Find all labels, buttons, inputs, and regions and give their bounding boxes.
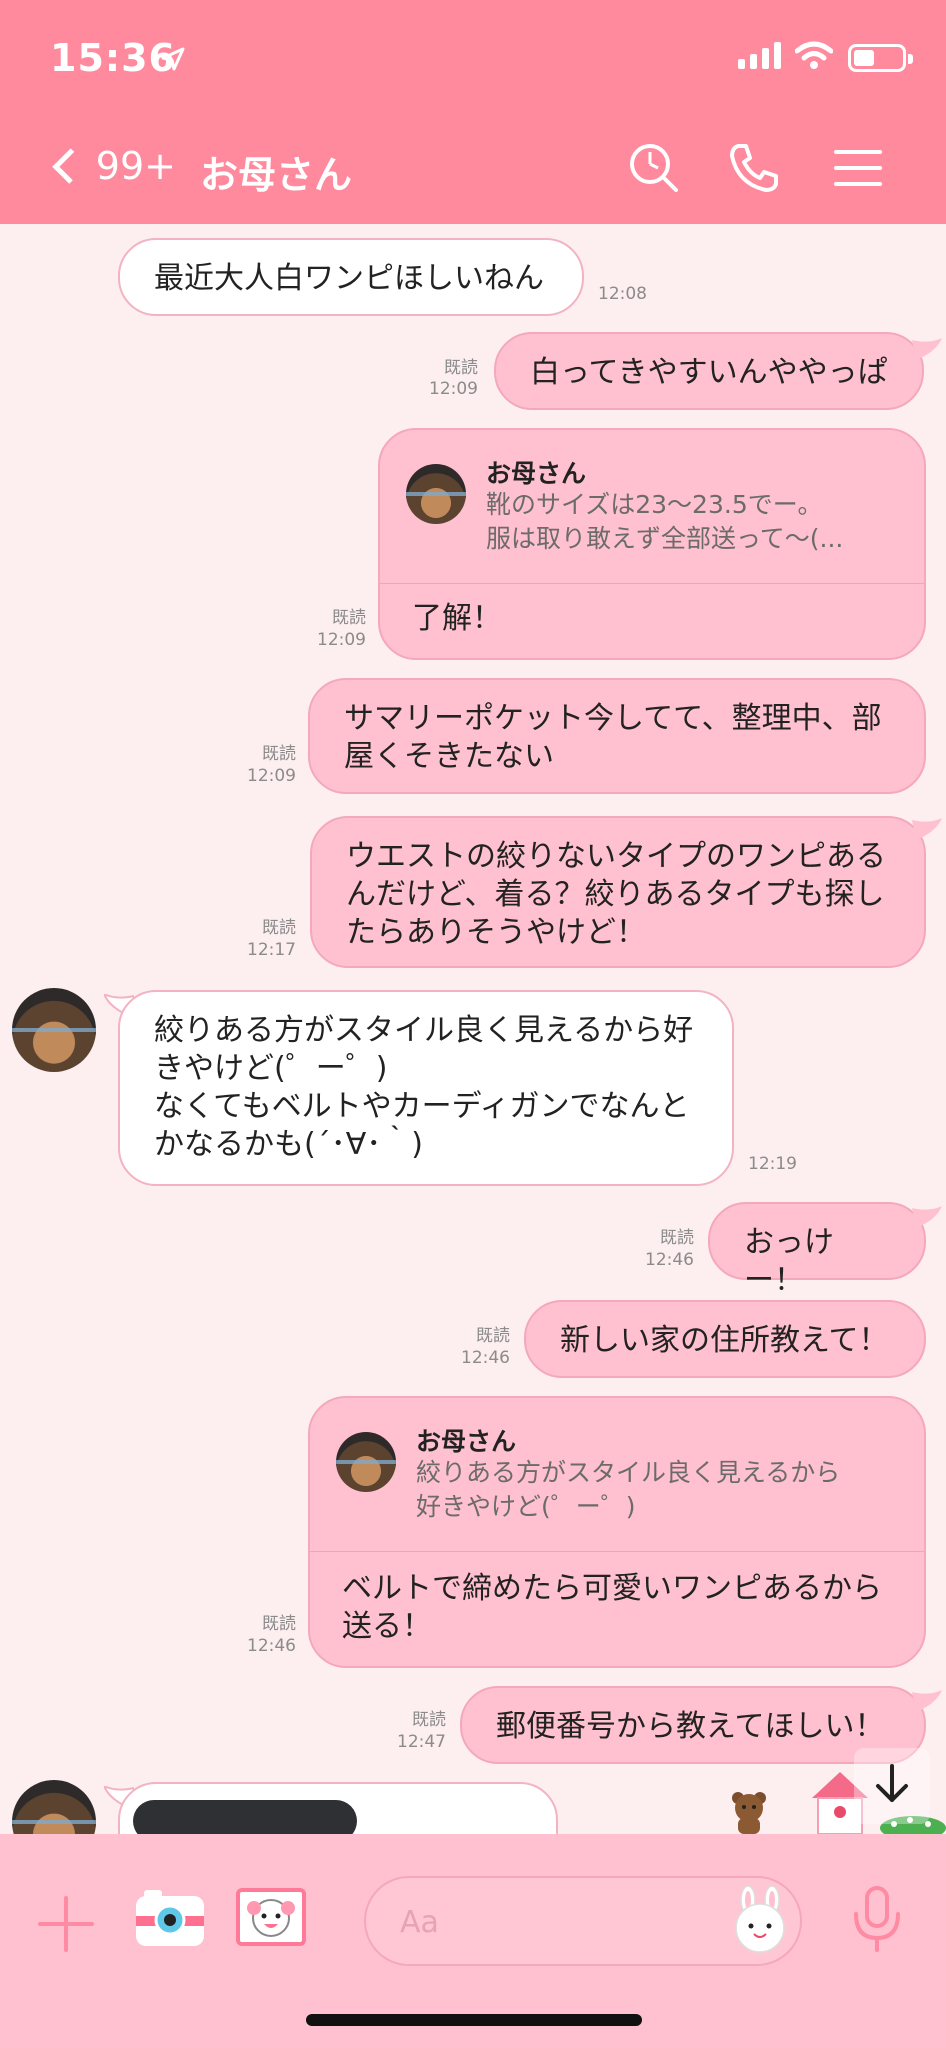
message-time: 12:47 — [397, 1732, 446, 1752]
search-icon[interactable] — [624, 138, 684, 198]
back-button[interactable]: 99+ — [46, 138, 176, 194]
message-input-bar — [0, 1834, 946, 2048]
avatar — [406, 464, 466, 524]
quoted-sender: お母さん — [486, 459, 587, 488]
message-time: 12:09 — [247, 766, 296, 786]
message-bubble-outgoing[interactable]: 白ってきやすいんややっぱ — [494, 332, 924, 410]
status-bar: 15:36 — [0, 0, 946, 108]
message-text: 郵便番号から教えてほしい！ — [496, 1709, 885, 1744]
avatar — [336, 1432, 396, 1492]
read-receipt: 既読 — [444, 358, 478, 378]
reply-message-bubble[interactable]: お母さん 靴のサイズは23〜23.5でー。 服は取り敢えず全部送って〜(... … — [378, 428, 926, 660]
arrow-down-icon — [876, 1764, 908, 1802]
message-input[interactable] — [400, 1898, 680, 1946]
quoted-text: 靴のサイズは23〜23.5でー。 服は取り敢えず全部送って〜(... — [486, 490, 844, 553]
cellular-signal-icon — [738, 42, 781, 69]
message-time: 12:09 — [317, 630, 366, 650]
read-receipt: 既読 — [262, 918, 296, 938]
message-bubble-outgoing[interactable]: 新しい家の住所教えて！ — [524, 1300, 926, 1378]
wifi-icon — [795, 41, 833, 69]
message-time: 12:19 — [748, 1154, 797, 1174]
plus-icon[interactable] — [36, 1894, 96, 1954]
read-receipt: 既読 — [660, 1228, 694, 1248]
message-text: ベルトで締めたら可愛いワンピあるから 送る！ — [342, 1571, 882, 1644]
message-time: 12:46 — [247, 1636, 296, 1656]
unread-count: 99+ — [95, 144, 176, 188]
message-text: おっけー！ — [744, 1225, 834, 1298]
read-receipt: 既読 — [262, 1614, 296, 1634]
message-time: 12:46 — [461, 1348, 510, 1368]
reply-message-bubble[interactable]: お母さん 絞りある方がスタイル良く見えるから 好きやけど(゜ー゜) ベルトで締め… — [308, 1396, 926, 1668]
message-time: 12:17 — [247, 940, 296, 960]
chevron-left-icon — [52, 148, 88, 184]
location-arrow-icon — [161, 47, 185, 71]
message-time: 12:08 — [598, 284, 647, 304]
message-text: 絞りある方がスタイル良く見えるから好 きやけど(゜ー゜) なくてもベルトやカーデ… — [154, 1013, 694, 1162]
message-text: ウエストの絞りないタイプのワンピある んだけど、着る？絞りあるタイプも探し たら… — [346, 839, 886, 950]
status-time: 15:36 — [50, 36, 176, 80]
quoted-message[interactable]: お母さん 絞りある方がスタイル良く見えるから 好きやけど(゜ー゜) — [310, 1398, 924, 1552]
battery-icon — [848, 44, 913, 72]
bear-decoration-icon — [732, 1792, 766, 1834]
message-text: 白ってきやすいんややっぱ — [530, 355, 888, 390]
quoted-message[interactable]: お母さん 靴のサイズは23〜23.5でー。 服は取り敢えず全部送って〜(... — [380, 430, 924, 584]
quoted-text: 絞りある方がスタイル良く見えるから 好きやけど(゜ー゜) — [416, 1458, 841, 1521]
microphone-icon[interactable] — [848, 1884, 906, 1954]
bubble-tail — [912, 818, 942, 840]
home-indicator — [306, 2014, 642, 2026]
read-receipt: 既読 — [262, 744, 296, 764]
message-text: サマリーポケット今してて、整理中、部 屋くそきたない — [344, 701, 882, 774]
message-bubble-incoming[interactable]: 最近大人白ワンピほしいねん — [118, 238, 584, 316]
chat-header: 99+ お母さん — [0, 108, 946, 224]
message-time: 12:46 — [645, 1250, 694, 1270]
message-bubble-outgoing[interactable]: サマリーポケット今してて、整理中、部 屋くそきたない — [308, 678, 926, 794]
chat-title: お母さん — [200, 153, 353, 197]
read-receipt: 既読 — [412, 1710, 446, 1730]
chat-area[interactable]: 最近大人白ワンピほしいねん 12:08 既読 12:09 白ってきやすいんややっ… — [0, 224, 946, 1834]
message-text: 最近大人白ワンピほしいねん — [154, 261, 544, 296]
read-receipt: 既読 — [332, 608, 366, 628]
message-bubble-outgoing[interactable]: おっけー！ — [708, 1202, 926, 1298]
message-time: 12:09 — [429, 379, 478, 399]
read-receipt: 既読 — [476, 1326, 510, 1346]
scroll-to-bottom-button[interactable] — [854, 1748, 930, 1824]
message-text: 了解！ — [412, 601, 502, 636]
photo-icon[interactable] — [236, 1884, 308, 1948]
redacted-text-bar — [133, 1800, 357, 1834]
phone-icon[interactable] — [724, 138, 784, 198]
sender-avatar[interactable] — [12, 988, 96, 1072]
message-bubble-outgoing[interactable]: ウエストの絞りないタイプのワンピある んだけど、着る？絞りあるタイプも探し たら… — [310, 816, 926, 968]
bubble-tail — [912, 1690, 942, 1712]
message-input-field[interactable] — [364, 1876, 802, 1966]
message-bubble-incoming[interactable]: 絞りある方がスタイル良く見えるから好 きやけど(゜ー゜) なくてもベルトやカーデ… — [118, 990, 734, 1186]
hamburger-menu-icon[interactable] — [828, 138, 888, 198]
sticker-icon[interactable] — [726, 1886, 794, 1954]
quoted-sender: お母さん — [416, 1427, 517, 1456]
sender-avatar[interactable] — [12, 1780, 96, 1834]
bubble-tail — [912, 338, 942, 360]
camera-icon[interactable] — [134, 1886, 206, 1950]
message-text: 新しい家の住所教えて！ — [560, 1323, 889, 1358]
bubble-tail — [912, 1206, 942, 1228]
